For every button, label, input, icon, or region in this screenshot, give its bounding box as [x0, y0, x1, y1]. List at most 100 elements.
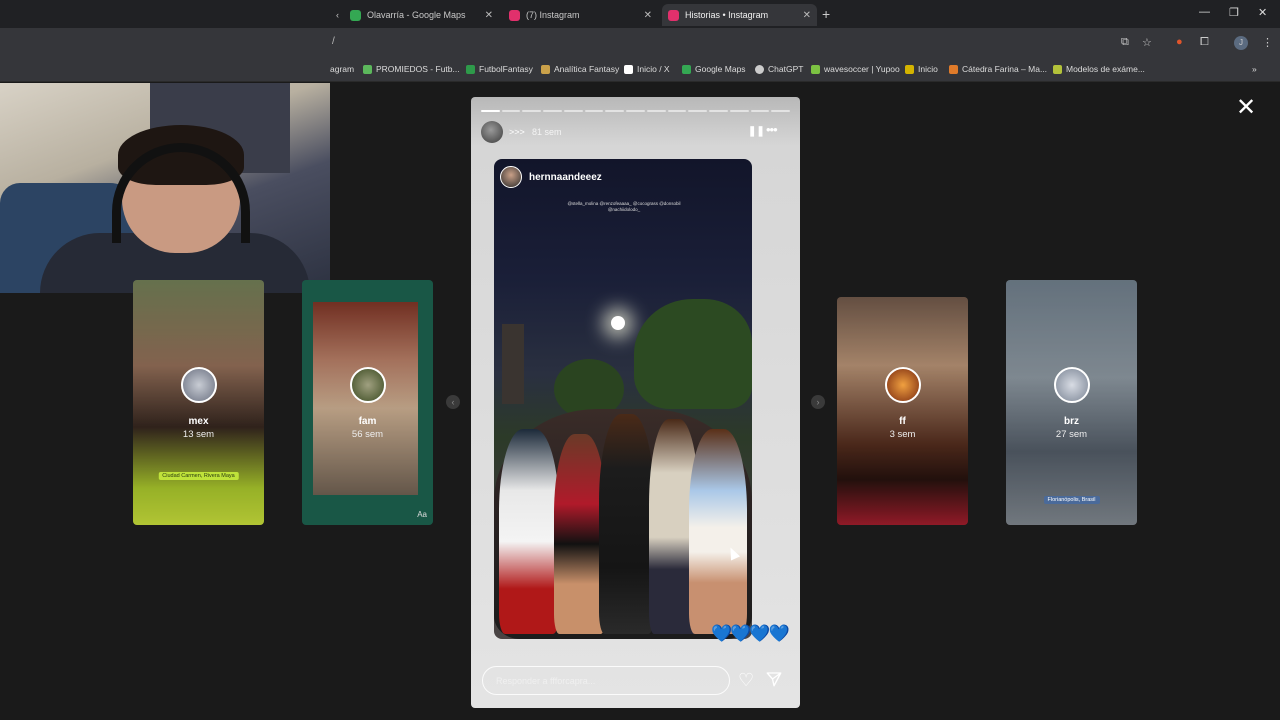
- more-options-icon[interactable]: •••: [766, 122, 778, 137]
- bookmark-item[interactable]: wavesoccer | Yupoo: [811, 64, 900, 74]
- cast-icon[interactable]: ⧉: [1121, 36, 1129, 49]
- story-username: fam: [358, 416, 377, 427]
- story-card-fam[interactable]: fam 56 sem Aa: [302, 280, 433, 525]
- story-username: ff: [899, 416, 906, 427]
- progress-segment: [481, 110, 500, 112]
- story-time: 56 sem: [351, 429, 384, 440]
- maps-pin-icon: [682, 64, 691, 74]
- extension-icon[interactable]: ●: [1176, 36, 1183, 48]
- send-icon[interactable]: [765, 670, 783, 688]
- story-time: 27 sem: [1055, 429, 1088, 440]
- progress-segment: [584, 110, 604, 112]
- location-tag: Florianópolis, Brasil: [1043, 496, 1100, 504]
- webcam-overlay: [0, 83, 330, 293]
- instagram-icon: [668, 9, 679, 21]
- story-card-brz[interactable]: brz 27 sem Florianópolis, Brasil: [1006, 280, 1137, 525]
- maps-pin-icon: [350, 9, 361, 21]
- bookmark-item[interactable]: Analítica Fantasy: [541, 64, 619, 74]
- bookmark-item[interactable]: Google Maps: [682, 64, 746, 74]
- reply-input[interactable]: Responder a ffforcapra...: [482, 666, 730, 695]
- avatar[interactable]: [500, 166, 522, 188]
- chatgpt-icon: [755, 64, 764, 74]
- story-progress-bar: [481, 110, 791, 112]
- progress-segment: [709, 110, 728, 112]
- progress-segment: [522, 110, 542, 112]
- bookmark-favicon-icon: [949, 64, 958, 74]
- tab-label: Olavarría - Google Maps: [367, 10, 466, 20]
- story-card-mex[interactable]: mex 13 sem Ciudad Carmen, Rivera Maya: [133, 280, 264, 525]
- avatar: [885, 367, 921, 403]
- bookmarks-bar: agram PROMIEDOS - Futb... FutbolFantasy …: [0, 58, 1280, 82]
- avatar: [1054, 367, 1090, 403]
- x-logo-icon: [624, 64, 633, 74]
- extensions-puzzle-icon[interactable]: ⧠: [1200, 36, 1209, 49]
- close-icon[interactable]: ✕: [1234, 96, 1258, 121]
- post-header: hernnaandeeez: [500, 165, 602, 189]
- close-tab-icon[interactable]: ✕: [485, 10, 493, 21]
- restore-icon[interactable]: ❐: [1229, 6, 1239, 19]
- address-bar[interactable]: / ⧉ ☆ ● ⧠ J ⋮: [0, 28, 1280, 58]
- browser-tab-bar: ‹ Olavarría - Google Maps ✕ (7) Instagra…: [0, 0, 1280, 28]
- story-card-ff[interactable]: ff 3 sem: [837, 297, 968, 525]
- bookmark-favicon-icon: [811, 64, 820, 74]
- bookmark-item[interactable]: Inicio / X: [624, 64, 670, 74]
- tab-label: (7) Instagram: [526, 10, 580, 20]
- close-tab-icon[interactable]: ✕: [803, 10, 811, 21]
- story-username: mex: [188, 416, 209, 427]
- bookmarks-overflow-icon[interactable]: »: [1252, 64, 1257, 74]
- avatar[interactable]: [481, 121, 503, 143]
- story-time: 13 sem: [182, 429, 215, 440]
- menu-kebab-icon[interactable]: ⋮: [1262, 36, 1273, 49]
- close-tab-icon[interactable]: ✕: [644, 10, 652, 21]
- bookmark-favicon-icon: [363, 64, 372, 74]
- story-time: 81 sem: [532, 127, 562, 137]
- bookmark-favicon-icon: [541, 64, 550, 74]
- progress-segment: [688, 110, 708, 112]
- progress-segment: [646, 110, 666, 112]
- bookmark-item[interactable]: FutbolFantasy: [466, 64, 533, 74]
- instagram-icon: [509, 9, 520, 21]
- text-style-label: Aa: [417, 510, 427, 519]
- bookmark-star-icon[interactable]: ☆: [1142, 36, 1152, 49]
- shared-post[interactable]: @stella_molina @renzofeaaaa_ @cocograss …: [494, 159, 752, 639]
- blue-hearts-sticker: 💙💙💙💙: [711, 624, 790, 643]
- progress-segment: [667, 110, 687, 112]
- close-window-icon[interactable]: ✕: [1258, 6, 1267, 19]
- next-story-button[interactable]: ›: [811, 395, 825, 409]
- bookmark-item[interactable]: PROMIEDOS - Futb...: [363, 64, 460, 74]
- profile-avatar[interactable]: J: [1234, 36, 1248, 50]
- active-story[interactable]: >>> 81 sem ❚❚ ••• @stella_molina @renzof…: [471, 97, 800, 708]
- location-tag: Ciudad Carmen, Rivera Maya: [158, 472, 239, 480]
- bookmark-favicon-icon: [466, 64, 475, 74]
- bookmark-item[interactable]: Cátedra Farina – Ma...: [949, 64, 1047, 74]
- bookmark-item[interactable]: agram: [330, 64, 354, 74]
- progress-segment: [626, 110, 645, 112]
- tab-instagram[interactable]: (7) Instagram ✕: [503, 4, 658, 26]
- previous-story-button[interactable]: ‹: [446, 395, 460, 409]
- bookmark-item[interactable]: ChatGPT: [755, 64, 803, 74]
- tab-historias[interactable]: Historias • Instagram ✕: [662, 4, 817, 26]
- url-text[interactable]: /: [332, 36, 335, 47]
- tab-label: Historias • Instagram: [685, 10, 769, 20]
- minimize-icon[interactable]: —: [1199, 6, 1210, 18]
- tab-maps[interactable]: Olavarría - Google Maps ✕: [344, 4, 499, 26]
- tab-scroll-left[interactable]: ‹: [330, 4, 342, 26]
- progress-segment: [771, 110, 791, 112]
- bookmark-item[interactable]: Inicio: [905, 64, 938, 74]
- bookmark-item[interactable]: Modelos de exáme...: [1053, 64, 1145, 74]
- progress-segment: [501, 110, 521, 112]
- story-time: 3 sem: [889, 429, 916, 440]
- new-tab-button[interactable]: +: [822, 6, 830, 22]
- progress-segment: [605, 110, 625, 112]
- like-heart-icon[interactable]: ♡: [738, 670, 754, 691]
- avatar: [181, 367, 217, 403]
- post-username[interactable]: hernnaandeeez: [529, 172, 602, 183]
- pause-icon[interactable]: ❚❚: [748, 126, 765, 137]
- bookmark-favicon-icon: [1053, 64, 1062, 74]
- progress-segment: [729, 110, 749, 112]
- story-username: brz: [1064, 416, 1079, 427]
- screen: ‹ Olavarría - Google Maps ✕ (7) Instagra…: [0, 0, 1280, 720]
- progress-segment: [543, 110, 562, 112]
- story-username[interactable]: >>>: [509, 127, 525, 137]
- progress-segment: [750, 110, 770, 112]
